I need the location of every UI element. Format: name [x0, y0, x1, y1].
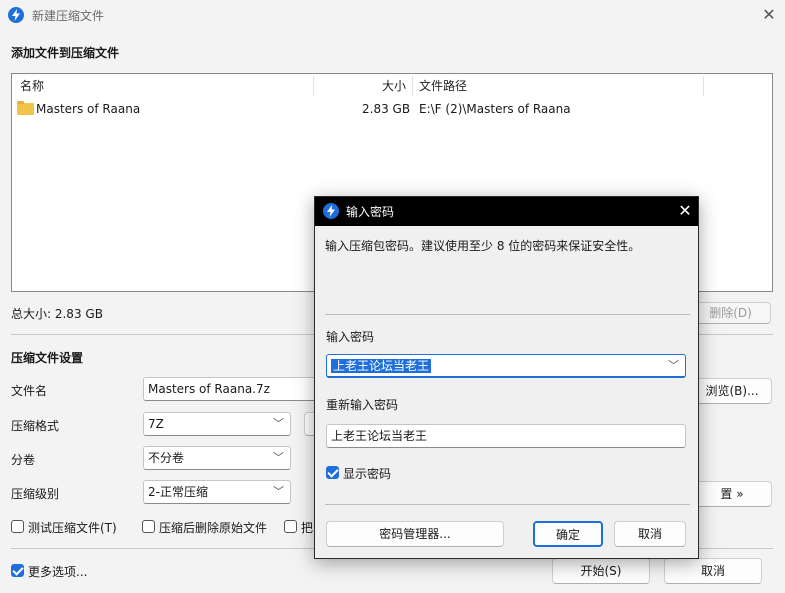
browse-button[interactable]: 浏览(B)...	[692, 378, 772, 404]
test-archive-checkbox[interactable]	[11, 520, 24, 533]
partial-option-label[interactable]: 把	[301, 519, 313, 536]
window-title: 新建压缩文件	[32, 9, 105, 23]
column-divider[interactable]	[703, 76, 704, 96]
file-size: 2.83 GB	[362, 102, 411, 116]
title-bar: 新建压缩文件 ✕	[0, 0, 785, 30]
split-select[interactable]: 不分卷 ﹀	[143, 446, 291, 470]
file-row[interactable]: Masters of Raana 2.83 GB E:\F (2)\Master…	[12, 99, 772, 119]
delete-after-checkbox[interactable]	[142, 520, 155, 533]
filename-input[interactable]: Masters of Raana.7z	[143, 377, 318, 401]
close-icon[interactable]: ✕	[758, 5, 780, 25]
partial-option-checkbox[interactable]	[284, 520, 297, 533]
column-divider[interactable]	[412, 76, 413, 96]
chevron-down-icon: ﹀	[273, 451, 284, 464]
format-label: 压缩格式	[11, 419, 60, 433]
format-select[interactable]: 7Z ﹀	[143, 412, 291, 436]
ok-button[interactable]: 确定	[533, 521, 603, 547]
password-value: 上老王论坛当老王	[331, 359, 432, 373]
dialog-title: 输入密码	[346, 205, 395, 219]
password-label: 输入密码	[326, 330, 375, 344]
chevron-down-icon: ﹀	[273, 417, 284, 430]
more-options-label[interactable]: 更多选项...	[28, 563, 87, 580]
total-size: 总大小: 2.83 GB	[11, 307, 103, 321]
column-header-name[interactable]: 名称	[20, 74, 44, 98]
files-section-title: 添加文件到压缩文件	[11, 46, 120, 60]
delete-after-label[interactable]: 压缩后删除原始文件	[159, 519, 267, 536]
close-icon[interactable]: ✕	[675, 201, 695, 221]
level-select[interactable]: 2-正常压缩 ﹀	[143, 480, 291, 504]
column-header-size[interactable]: 大小	[382, 74, 406, 98]
password-input[interactable]: 上老王论坛当老王 ﹀	[326, 354, 686, 378]
chevron-down-icon: ﹀	[273, 485, 284, 498]
level-value: 2-正常压缩	[148, 485, 208, 499]
lightning-icon	[8, 7, 24, 23]
file-path: E:\F (2)\Masters of Raana	[419, 102, 571, 116]
reenter-password-label: 重新输入密码	[326, 398, 399, 412]
test-archive-label[interactable]: 测试压缩文件(T)	[28, 519, 117, 536]
password-hint: 输入压缩包密码。建议使用至少 8 位的密码来保证安全性。	[325, 239, 641, 253]
format-value: 7Z	[148, 417, 164, 431]
split-value: 不分卷	[148, 451, 185, 465]
password-dialog: 输入密码 ✕ 输入压缩包密码。建议使用至少 8 位的密码来保证安全性。 输入密码…	[314, 196, 699, 559]
settings-section-title: 压缩文件设置	[11, 351, 84, 365]
divider	[325, 314, 690, 315]
cancel-button[interactable]: 取消	[664, 558, 762, 584]
lightning-icon	[323, 203, 339, 219]
dialog-title-bar: 输入密码 ✕	[315, 197, 698, 226]
file-name: Masters of Raana	[36, 102, 141, 116]
filename-label: 文件名	[11, 384, 48, 398]
chevron-down-icon[interactable]: ﹀	[668, 355, 679, 377]
folder-icon	[17, 101, 34, 115]
more-options-checkbox[interactable]	[11, 564, 24, 577]
show-password-label[interactable]: 显示密码	[343, 465, 391, 482]
level-label: 压缩级别	[11, 487, 60, 501]
advanced-settings-button[interactable]: 置 »	[692, 481, 772, 507]
password-manager-button[interactable]: 密码管理器...	[326, 521, 504, 547]
show-password-checkbox[interactable]	[326, 466, 339, 479]
divider	[325, 504, 690, 505]
column-header-path[interactable]: 文件路径	[419, 74, 467, 98]
delete-button[interactable]: 删除(D)	[690, 302, 771, 324]
start-button[interactable]: 开始(S)	[552, 558, 650, 584]
split-label: 分卷	[11, 453, 36, 467]
column-divider[interactable]	[313, 76, 314, 96]
dialog-cancel-button[interactable]: 取消	[614, 521, 686, 547]
reenter-password-input[interactable]: 上老王论坛当老王	[326, 424, 686, 448]
